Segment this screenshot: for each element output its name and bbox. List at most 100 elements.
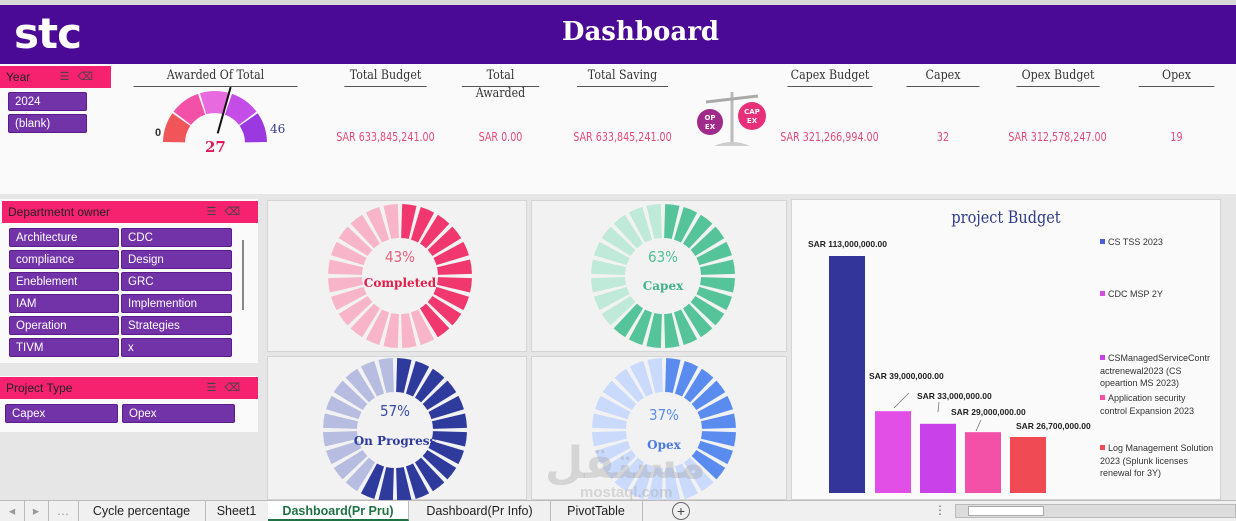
legend-item: Application security control Expansion 2… xyxy=(1100,392,1214,417)
legend-label: Log Management Solution 2023 (Splunk lic… xyxy=(1100,443,1214,478)
donut-label-on-progress: On Progress xyxy=(353,434,437,448)
scale-capex-text: CAP xyxy=(744,108,760,116)
tab-sheet1[interactable]: Sheet1 xyxy=(205,501,269,521)
tab-scroll-left-icon[interactable]: ◂ xyxy=(0,501,25,521)
slicer-filter-icons[interactable]: ☰⌫ xyxy=(60,66,101,88)
tab-cycle-percentage[interactable]: Cycle percentage xyxy=(78,501,206,521)
dept-chip[interactable]: Strategies xyxy=(121,316,232,335)
dept-chip[interactable]: Operation xyxy=(9,316,119,335)
legend-item: CDC MSP 2Y xyxy=(1100,288,1214,301)
project-budget-chart: SAR 113,000,000.00 SAR 39,000,000.00 SAR 3… xyxy=(808,239,1091,493)
kpi-value-capex: 32 xyxy=(936,129,950,144)
tab-dashboard-pr-pru[interactable]: Dashboard(Pr Pru) xyxy=(268,501,409,521)
type-slicer-title: Project Type xyxy=(6,381,73,395)
gauge-chart xyxy=(163,86,267,143)
page-title: Dashboard xyxy=(561,17,720,47)
legend-item: Log Management Solution 2023 (Splunk lic… xyxy=(1100,442,1214,480)
donut-label-capex: Capex xyxy=(642,279,684,293)
dept-chip[interactable]: Implemention xyxy=(121,294,232,313)
dept-chip[interactable]: Eneblement xyxy=(9,272,119,291)
kpi-label-opex-budget: Opex Budget xyxy=(1016,67,1100,87)
scale-opex-text: OP xyxy=(704,114,715,122)
tab-scroll-right-icon[interactable]: ▸ xyxy=(24,501,49,521)
bar[interactable] xyxy=(965,432,1001,493)
legend-swatch xyxy=(1100,239,1105,244)
data-label-leader xyxy=(937,401,940,413)
legend-label: CS TSS 2023 xyxy=(1108,237,1163,247)
dept-chip[interactable]: Architecture xyxy=(9,228,119,247)
watermark-latin: mostaql.com xyxy=(580,484,673,501)
year-slicer-title: Year xyxy=(6,70,31,84)
add-sheet-icon[interactable]: + xyxy=(672,502,690,520)
tab-split-icon[interactable]: ⋮ xyxy=(934,503,946,517)
dept-chip[interactable]: CDC xyxy=(121,228,232,247)
dept-chip[interactable]: compliance xyxy=(9,250,119,269)
year-chip-2024[interactable]: 2024 xyxy=(8,92,87,111)
tab-pivottable[interactable]: PivotTable xyxy=(550,501,643,521)
gauge-min: 0 xyxy=(155,127,162,139)
bar[interactable] xyxy=(829,256,865,493)
chart-title: project Budget xyxy=(951,208,1061,228)
legend-item: CS TSS 2023 xyxy=(1100,236,1214,249)
kpi-value-opex: 19 xyxy=(1170,129,1183,144)
legend-label: CDC MSP 2Y xyxy=(1108,289,1163,299)
kpi-label-total-saving: Total Saving xyxy=(577,67,668,87)
dept-slicer-scrollbar[interactable] xyxy=(242,240,244,310)
type-chip-opex[interactable]: Opex xyxy=(122,404,235,423)
kpi-label-total-budget: Total Budget xyxy=(344,67,427,87)
bar[interactable] xyxy=(1010,437,1046,493)
donut-pct-completed: 43% xyxy=(384,248,416,266)
donut-capex xyxy=(591,204,735,348)
watermark-arabic: مستقل xyxy=(545,438,706,489)
tab-more-icon[interactable]: … xyxy=(48,501,79,521)
sheet-tab-bar: ◂ ▸ … Cycle percentage Sheet1 Dashboard(… xyxy=(0,500,1236,521)
bar-data-label: SAR 26,700,000.00 xyxy=(1016,421,1091,431)
data-label-leader xyxy=(893,392,910,409)
bar-data-label: SAR 113,000,000.00 xyxy=(808,239,887,249)
dept-chip[interactable]: Design xyxy=(121,250,232,269)
gauge-value: 27 xyxy=(205,138,226,156)
bar-data-label: SAR 39,000,000.00 xyxy=(869,371,944,381)
legend-swatch xyxy=(1100,395,1105,400)
donut-on-progress xyxy=(323,358,467,502)
donut-pct-on-progress: 57% xyxy=(379,402,411,420)
kpi-value-total-awarded: SAR 0.00 xyxy=(478,129,523,144)
gauge-title: Awarded Of Total xyxy=(133,67,298,87)
bar[interactable] xyxy=(920,423,956,493)
svg-text:EX: EX xyxy=(705,123,716,131)
kpi-value-total-saving: SAR 633,845,241.00 xyxy=(573,129,672,144)
type-slicer-header: Project Type ☰⌫ xyxy=(0,377,258,399)
bar[interactable] xyxy=(875,411,911,493)
slicer-filter-icons[interactable]: ☰⌫ xyxy=(207,201,248,223)
dept-chip[interactable]: GRC xyxy=(121,272,232,291)
donut-pct-opex: 37% xyxy=(648,406,680,424)
dept-slicer-header: Departmetnt owner ☰⌫ xyxy=(2,201,258,223)
legend-swatch xyxy=(1100,445,1105,450)
kpi-label-capex-budget: Capex Budget xyxy=(787,67,873,87)
svg-text:EX: EX xyxy=(747,117,758,125)
legend-swatch xyxy=(1100,291,1105,296)
slicer-filter-icons[interactable]: ☰⌫ xyxy=(207,377,248,399)
dept-chip[interactable]: x xyxy=(121,338,232,357)
dept-chip[interactable]: IAM xyxy=(9,294,119,313)
bar-data-label: SAR 29,000,000.00 xyxy=(951,407,1026,417)
dept-chip[interactable]: TIVM xyxy=(9,338,119,357)
capex-opex-scale-icon: OP EX CAP EX xyxy=(697,92,766,146)
donut-pct-capex: 63% xyxy=(647,248,679,266)
type-chip-capex[interactable]: Capex xyxy=(5,404,118,423)
donut-label-completed: Completed xyxy=(363,276,437,290)
tab-dashboard-pr-info[interactable]: Dashboard(Pr Info) xyxy=(409,501,551,521)
horizontal-scroll-thumb[interactable] xyxy=(968,506,1044,516)
kpi-value-opex-budget: SAR 312,578,247.00 xyxy=(1008,129,1107,144)
legend-swatch xyxy=(1100,355,1105,360)
data-label-leader xyxy=(975,419,982,432)
kpi-label-opex: Opex xyxy=(1138,67,1215,87)
gauge-max: 46 xyxy=(270,122,286,136)
kpi-label-total-awarded: Total Awarded xyxy=(461,67,540,101)
legend-label: CSManagedServiceContr actrenewal2023 (CS… xyxy=(1100,353,1211,388)
dept-slicer-title: Departmetnt owner xyxy=(8,205,111,219)
year-chip-blank[interactable]: (blank) xyxy=(8,114,87,133)
kpi-value-total-budget: SAR 633,845,241.00 xyxy=(336,129,435,144)
legend-item: CSManagedServiceContr actrenewal2023 (CS… xyxy=(1100,352,1214,390)
bar-data-label: SAR 33,000,000.00 xyxy=(917,391,992,401)
